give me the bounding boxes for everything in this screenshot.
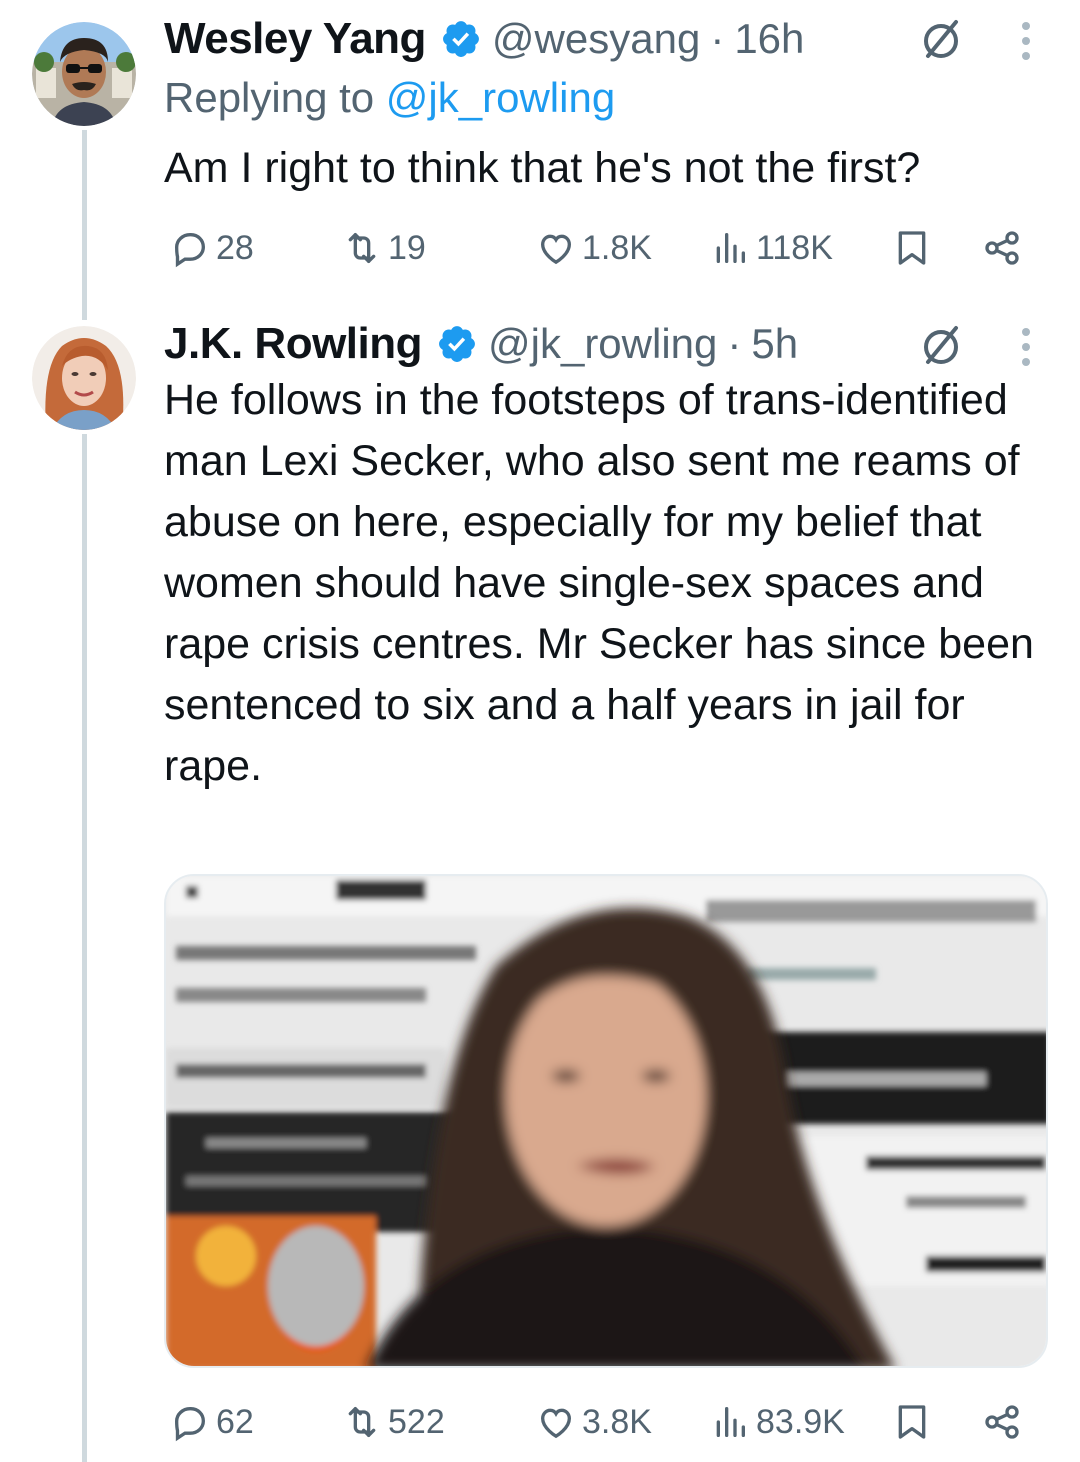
bookmark-icon <box>898 231 926 265</box>
tweet-text: Am I right to think that he's not the fi… <box>164 144 921 192</box>
views-icon <box>716 1407 745 1437</box>
display-name[interactable]: J.K. Rowling <box>164 319 423 369</box>
avatar-wesyang[interactable] <box>32 22 136 126</box>
repost-button[interactable]: 522 <box>342 1392 445 1452</box>
reply-icon <box>174 233 206 268</box>
more-icon[interactable] <box>1020 18 1032 64</box>
like-count: 1.8K <box>582 228 652 267</box>
tweet-media-image[interactable] <box>164 874 1048 1368</box>
views-icon <box>716 233 745 263</box>
grok-icon[interactable] <box>918 16 964 62</box>
tweet-jkrowling[interactable]: J.K. Rowling @jk_rowling · 5h He follows… <box>0 300 1080 1462</box>
separator-dot: · <box>710 15 725 62</box>
like-button[interactable]: 3.8K <box>536 1392 652 1452</box>
avatar-jkrowling[interactable] <box>32 326 136 430</box>
reply-button[interactable]: 62 <box>170 1392 254 1452</box>
views-count: 118K <box>756 228 833 267</box>
user-handle[interactable]: @jk_rowling <box>488 320 717 368</box>
bookmark-icon <box>898 1405 926 1439</box>
user-handle[interactable]: @wesyang <box>492 15 700 63</box>
share-icon <box>985 1405 1019 1439</box>
like-button[interactable]: 1.8K <box>536 218 652 278</box>
reply-prefix: Replying to <box>164 74 375 121</box>
reply-count: 62 <box>216 1402 254 1441</box>
bookmark-button[interactable] <box>892 218 938 278</box>
repost-count: 522 <box>388 1402 445 1441</box>
like-icon <box>540 1408 572 1439</box>
repost-count: 19 <box>388 228 426 267</box>
share-icon <box>985 231 1019 265</box>
tweet-wesyang[interactable]: Wesley Yang @wesyang · 16h Replying to @… <box>0 0 1080 300</box>
share-button[interactable] <box>982 218 1028 278</box>
reply-button[interactable]: 28 <box>170 218 254 278</box>
views-button[interactable]: 118K <box>710 218 833 278</box>
repost-icon <box>348 233 376 263</box>
grok-icon[interactable] <box>918 322 964 368</box>
reply-icon <box>174 1407 206 1442</box>
separator-dot: · <box>727 320 742 367</box>
reply-count: 28 <box>216 228 254 267</box>
repost-button[interactable]: 19 <box>342 218 426 278</box>
tweet-actions: 62 522 3.8K 83.9K <box>164 1392 1044 1452</box>
like-count: 3.8K <box>582 1402 652 1441</box>
timestamp[interactable]: 16h <box>734 15 804 63</box>
share-button[interactable] <box>982 1392 1028 1452</box>
tweet-text: He follows in the footsteps of trans-ide… <box>164 376 1034 790</box>
repost-icon <box>348 1407 376 1437</box>
verified-badge-icon <box>436 323 478 365</box>
reply-context: Replying to @jk_rowling <box>164 74 615 122</box>
reply-mention-link[interactable]: @jk_rowling <box>386 74 615 121</box>
like-icon <box>540 234 572 265</box>
display-name[interactable]: Wesley Yang <box>164 14 426 64</box>
more-icon[interactable] <box>1020 324 1032 370</box>
views-count: 83.9K <box>756 1402 845 1441</box>
bookmark-button[interactable] <box>892 1392 938 1452</box>
tweet-actions: 28 19 1.8K 118K <box>164 218 1044 278</box>
views-button[interactable]: 83.9K <box>710 1392 845 1452</box>
timestamp[interactable]: 5h <box>751 320 798 368</box>
verified-badge-icon <box>440 18 482 60</box>
